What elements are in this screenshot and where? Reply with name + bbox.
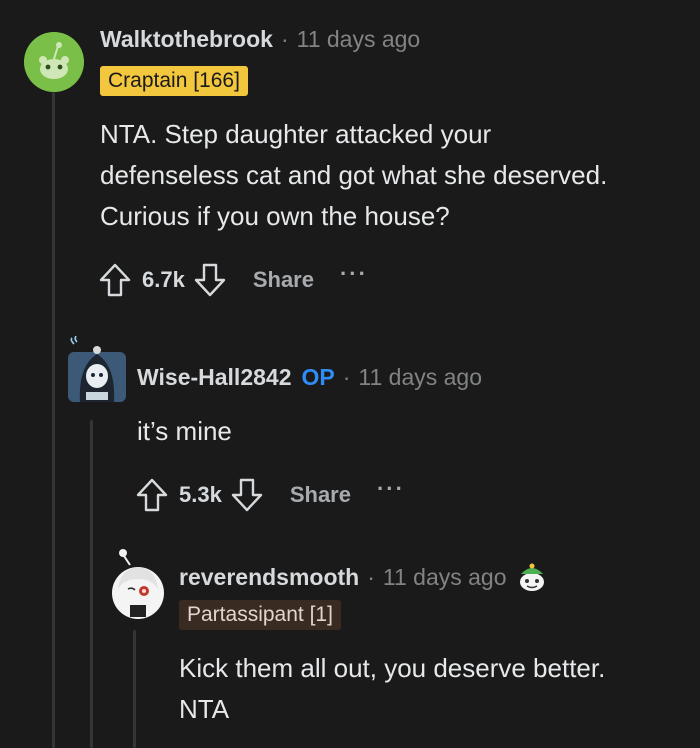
comment-line: it’s mine <box>137 416 232 446</box>
separator-dot: · <box>367 563 375 590</box>
separator-dot: · <box>280 26 289 52</box>
hooded-avatar-icon <box>68 336 126 402</box>
comment-line: NTA <box>179 694 230 724</box>
username[interactable]: Wise-Hall2842 <box>137 364 292 391</box>
timestamp[interactable]: 11 days ago <box>358 364 482 391</box>
comment-line: Kick them all out, you deserve better. <box>179 653 606 683</box>
comment-actions: 5.3k Share ··· <box>135 477 405 513</box>
award-icon[interactable] <box>515 560 549 594</box>
more-options-button[interactable]: ··· <box>340 263 368 291</box>
downvote-arrow-icon[interactable] <box>193 262 227 298</box>
comment-line: NTA. Step daughter attacked your <box>100 119 492 149</box>
more-options-button[interactable]: ··· <box>377 478 405 506</box>
avatar-walktothebrook[interactable] <box>24 32 84 92</box>
username[interactable]: reverendsmooth <box>179 564 359 591</box>
timestamp[interactable]: 11 days ago <box>383 564 507 591</box>
comment-meta: Wise-Hall2842 OP · 11 days ago <box>137 364 482 391</box>
snoo-avatar-icon <box>24 32 84 92</box>
comment-meta: Walktothebrook · 11 days ago <box>100 26 420 53</box>
comment-line: Curious if you own the house? <box>100 201 450 231</box>
anime-avatar-icon <box>112 549 164 619</box>
vote-score: 5.3k <box>179 482 222 507</box>
upvote-arrow-icon[interactable] <box>98 262 132 298</box>
thread-line-2[interactable] <box>90 420 93 748</box>
comment-body: NTA. Step daughter attacked your defense… <box>100 114 607 237</box>
downvote-arrow-icon[interactable] <box>230 477 264 513</box>
comment-body: it’s mine <box>137 411 232 452</box>
comment-meta: reverendsmooth · 11 days ago <box>179 560 549 594</box>
separator-dot: · <box>342 364 351 390</box>
comment-actions: 6.7k Share ··· <box>98 262 368 298</box>
vote-score: 6.7k <box>142 267 185 292</box>
op-badge: OP <box>301 364 335 390</box>
user-flair: Craptain [166] <box>100 66 248 96</box>
avatar-reverendsmooth[interactable] <box>108 545 166 623</box>
upvote-arrow-icon[interactable] <box>135 477 169 513</box>
thread-line-3[interactable] <box>133 630 136 748</box>
thread-line-1[interactable] <box>52 92 55 748</box>
share-button[interactable]: Share <box>253 267 314 293</box>
timestamp[interactable]: 11 days ago <box>297 26 421 53</box>
comment-line: defenseless cat and got what she deserve… <box>100 160 608 190</box>
share-button[interactable]: Share <box>290 482 351 508</box>
username[interactable]: Walktothebrook <box>100 26 273 53</box>
avatar-wise-hall2842[interactable] <box>66 336 128 406</box>
user-flair: Partassipant [1] <box>179 600 341 630</box>
comment-body: Kick them all out, you deserve better. N… <box>179 648 605 730</box>
